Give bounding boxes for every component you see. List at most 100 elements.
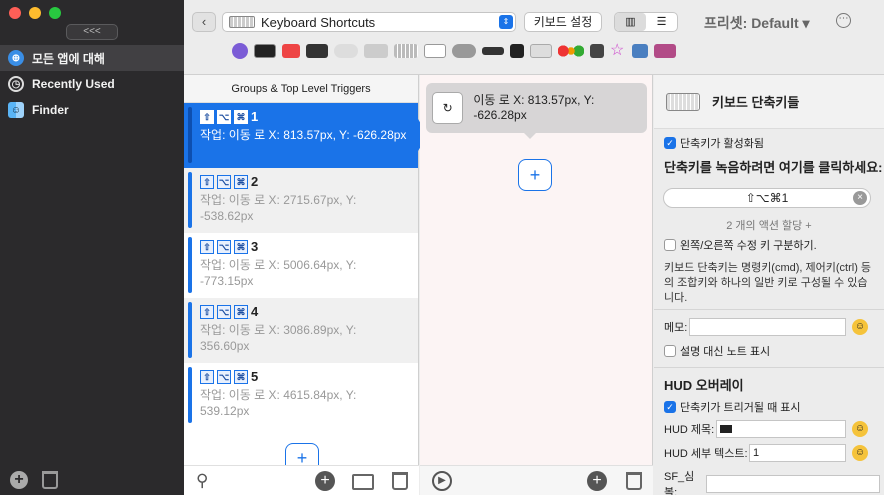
settings-grid-icon[interactable] xyxy=(632,44,648,58)
option-key-icon: ⌥ xyxy=(217,109,231,124)
drag-handle[interactable] xyxy=(188,107,192,163)
trigger-type-label: Keyboard Shortcuts xyxy=(261,14,376,30)
clear-shortcut-icon[interactable]: × xyxy=(853,191,867,205)
sf-symbol-label: SF_심볼: xyxy=(664,471,695,495)
shift-key-icon: ⇧ xyxy=(200,239,214,254)
delete-app-button[interactable] xyxy=(42,471,58,489)
monitor-icon xyxy=(720,425,732,433)
stream-deck-icon[interactable] xyxy=(306,44,328,58)
option-key-icon: ⌥ xyxy=(217,174,231,189)
all-triggers-icon[interactable] xyxy=(232,43,248,59)
minimize-window-button[interactable] xyxy=(29,7,41,19)
columns-view-icon[interactable]: ▥ xyxy=(615,13,646,31)
sf-symbol-row: SF_심볼: xyxy=(664,468,880,495)
divider xyxy=(654,309,884,310)
drag-handle[interactable] xyxy=(188,367,192,423)
add-action-footer-button[interactable]: + xyxy=(587,471,607,491)
collapse-sidebar-button[interactable]: <<< xyxy=(66,24,118,40)
other-triggers-icon[interactable] xyxy=(530,44,552,58)
list-view-icon[interactable]: ☰ xyxy=(646,13,677,31)
sidebar: <<< ⊕ 모든 앱에 대해 ◷ Recently Used ☺ Finder … xyxy=(0,0,184,495)
shortcut-keys: ⇧ ⌥ ⌘ 3 xyxy=(200,239,408,254)
drag-handle[interactable] xyxy=(188,172,192,228)
groups-header: Groups & Top Level Triggers xyxy=(184,75,418,103)
trigger-row[interactable]: ⇧ ⌥ ⌘ 2 작업: 이동 로 X: 2715.67px, Y: -538.6… xyxy=(184,168,418,233)
add-item-button[interactable]: + xyxy=(315,471,335,491)
trigger-row[interactable]: ⇧ ⌥ ⌘ 1 작업: 이동 로 X: 813.57px, Y: -626.28… xyxy=(184,103,428,168)
command-key-icon: ⌘ xyxy=(234,239,248,254)
add-app-button[interactable]: + xyxy=(10,471,28,489)
emoji-picker-icon[interactable]: ☺ xyxy=(852,319,868,335)
view-mode-toggle[interactable]: ▥ ☰ xyxy=(614,12,678,32)
trash-icon[interactable] xyxy=(392,472,408,490)
trigger-key: 2 xyxy=(251,174,259,189)
divider xyxy=(654,367,884,368)
trash-icon[interactable] xyxy=(626,472,642,490)
key-sequence-icon[interactable] xyxy=(424,44,446,58)
normal-mouse-icon[interactable] xyxy=(452,44,476,58)
play-icon[interactable]: ▶ xyxy=(432,471,452,491)
trackpad-icon[interactable] xyxy=(364,44,388,58)
sidebar-item-recently-used[interactable]: ◷ Recently Used xyxy=(0,71,184,97)
option-key-icon: ⌥ xyxy=(217,304,231,319)
shift-key-icon: ⇧ xyxy=(200,174,214,189)
shortcut-recorder-value: ⇧⌥⌘1 xyxy=(745,191,789,205)
actions-panel: ↻ 이동 로 X: 813.57px, Y: -626.28px + ▶ + xyxy=(420,75,653,495)
shift-key-icon: ⇧ xyxy=(200,369,214,384)
memo-input[interactable] xyxy=(689,318,846,336)
automations-icon[interactable]: ☆ xyxy=(610,43,626,59)
memo-label: 메모: xyxy=(664,322,688,334)
sf-symbol-input[interactable] xyxy=(706,475,880,493)
enabled-checkbox[interactable]: ✓ xyxy=(664,137,676,149)
chevron-updown-icon: ⇕ xyxy=(499,15,513,29)
inspector-title: 키보드 단축키들 xyxy=(712,95,800,110)
trigger-row[interactable]: ⇧ ⌥ ⌘ 3 작업: 이동 로 X: 5006.64px, Y: -773.1… xyxy=(184,233,418,298)
trigger-row[interactable]: ⇧ ⌥ ⌘ 5 작업: 이동 로 X: 4615.84px, Y: 539.12… xyxy=(184,363,418,428)
zoom-window-button[interactable] xyxy=(49,7,61,19)
action-description: 이동 로 X: 813.57px, Y: -626.28px xyxy=(473,93,595,122)
sidebar-footer: + xyxy=(10,471,58,489)
add-folder-icon[interactable] xyxy=(352,474,374,490)
trigger-description: 작업: 이동 로 X: 3086.89px, Y: 356.60px xyxy=(200,323,357,353)
trigger-type-select[interactable]: Keyboard Shortcuts ⇕ xyxy=(222,12,516,32)
hud-title-input[interactable] xyxy=(716,420,846,438)
record-shortcut-title: 단축키를 녹음하려면 여기를 클릭하세요: xyxy=(664,160,883,175)
option-key-icon: ⌥ xyxy=(217,369,231,384)
preset-selector[interactable]: 프리셋: Default ▾ xyxy=(704,13,810,33)
drag-handle[interactable] xyxy=(188,237,192,293)
touchbar-icon[interactable] xyxy=(254,44,276,58)
inspector-header: 키보드 단축키들 xyxy=(654,75,884,129)
action-card[interactable]: ↻ 이동 로 X: 813.57px, Y: -626.28px xyxy=(426,83,647,139)
floating-menu-icon[interactable] xyxy=(654,44,676,58)
close-window-button[interactable] xyxy=(9,7,21,19)
hud-detail-input[interactable]: 1 xyxy=(749,444,846,462)
keyboard-settings-button[interactable]: 키보드 설정 xyxy=(524,12,602,32)
distinguish-modifiers-checkbox[interactable] xyxy=(664,239,676,251)
show-note-checkbox[interactable] xyxy=(664,345,676,357)
siri-remote-icon[interactable] xyxy=(482,47,504,55)
colored-dots-icon[interactable] xyxy=(558,44,584,58)
memo-row: 메모: ☺ xyxy=(664,318,868,336)
hud-show-checkbox[interactable]: ✓ xyxy=(664,401,676,413)
magic-mouse-icon[interactable] xyxy=(334,44,358,58)
sidebar-item-finder[interactable]: ☺ Finder xyxy=(0,97,184,123)
keyboard-icon xyxy=(666,92,700,111)
keyboard-category-icon[interactable] xyxy=(394,44,418,58)
keyboard-icon xyxy=(229,16,255,28)
assign-actions-link[interactable]: 2 개의 액션 할당 + xyxy=(654,217,884,233)
widgets-icon[interactable] xyxy=(282,44,300,58)
drag-handle[interactable] xyxy=(188,302,192,358)
emoji-picker-icon[interactable]: ☺ xyxy=(852,445,868,461)
trigger-row[interactable]: ⇧ ⌥ ⌘ 4 작업: 이동 로 X: 3086.89px, Y: 356.60… xyxy=(184,298,418,363)
sidebar-item-all-apps[interactable]: ⊕ 모든 앱에 대해 xyxy=(0,45,184,71)
midi-icon[interactable] xyxy=(590,44,604,58)
trigger-description: 작업: 이동 로 X: 813.57px, Y: -626.28px xyxy=(200,128,407,142)
back-button[interactable]: ‹ xyxy=(192,12,216,32)
clock-icon: ◷ xyxy=(8,76,24,92)
add-action-button[interactable]: + xyxy=(518,159,552,191)
emoji-picker-icon[interactable]: ☺ xyxy=(852,421,868,437)
more-options-button[interactable]: ⋯ xyxy=(836,13,851,28)
shortcut-recorder-field[interactable]: ⇧⌥⌘1 × xyxy=(663,188,871,208)
drawings-icon[interactable] xyxy=(510,44,524,58)
search-icon[interactable]: ⚲ xyxy=(196,471,208,491)
